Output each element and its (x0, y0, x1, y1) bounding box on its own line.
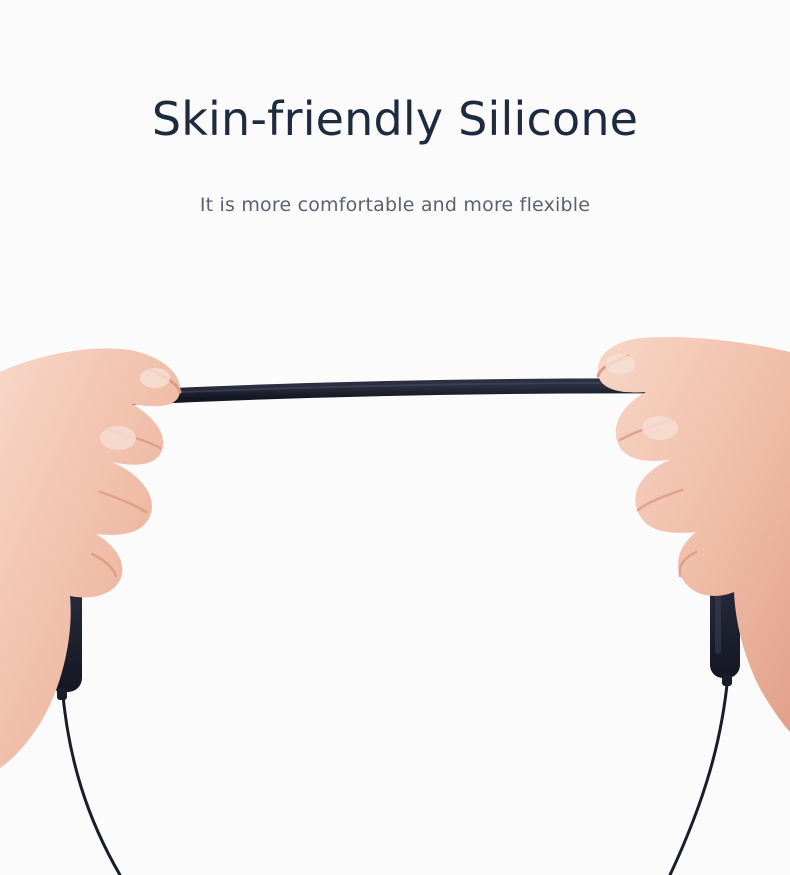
product-feature-page: Skin-friendly Silicone It is more comfor… (0, 0, 790, 875)
left-thin-wire (60, 683, 122, 875)
page-title: Skin-friendly Silicone (151, 92, 639, 146)
right-thin-wire (668, 673, 730, 875)
page-subtitle: It is more comfortable and more flexible (199, 194, 591, 216)
left-hand-icon (0, 348, 182, 768)
right-hand-icon (596, 336, 790, 732)
silicone-cable-icon (110, 378, 688, 406)
